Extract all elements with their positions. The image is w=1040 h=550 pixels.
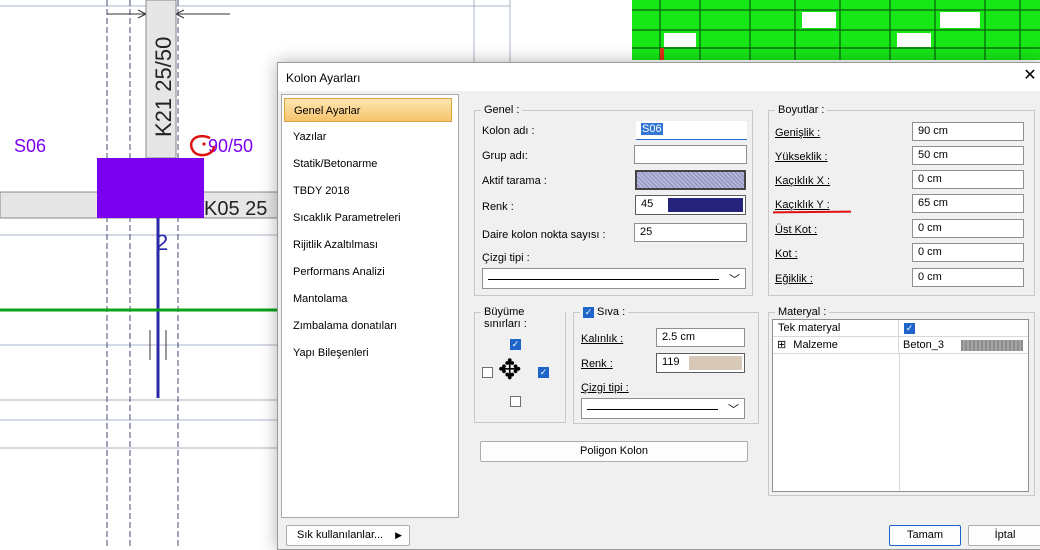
daire-kolon-label: Daire kolon nokta sayısı :	[482, 229, 606, 241]
grup-adi-label: Grup adı:	[482, 150, 528, 162]
materyal-grid: Tek materyal ✓ ⊞ Malzeme Beton_3	[772, 319, 1029, 492]
nav-item-sicaklik[interactable]: Sıcaklık Parametreleri	[284, 206, 452, 230]
dialog-title: Kolon Ayarları	[286, 71, 361, 85]
renk-color-picker[interactable]: 45	[635, 195, 746, 215]
malzeme-label: Malzeme	[793, 339, 838, 351]
chevron-down-icon: ﹀	[729, 274, 740, 286]
nav-item-mantolama[interactable]: Mantolama	[284, 287, 452, 311]
nav-item-statik-betonarme[interactable]: Statik/Betonarme	[284, 152, 452, 176]
kolon-adi-input[interactable]: S06	[636, 121, 747, 140]
buyume-bottom-checkbox[interactable]	[510, 396, 521, 407]
siva-renk-label: Renk :	[581, 358, 613, 370]
aktif-tarama-label: Aktif tarama :	[482, 175, 547, 187]
nav-item-genel-ayarlar[interactable]: Genel Ayarlar	[284, 98, 452, 122]
siva-renk-value: 119	[662, 356, 680, 368]
nav-item-tbdy-2018[interactable]: TBDY 2018	[284, 179, 452, 203]
dialog-titlebar: Kolon Ayarları ✕	[278, 63, 1040, 91]
kot-label: Kot :	[775, 248, 798, 260]
buyume-group: Büyüme sınırları : ✓ ✓ ✥	[474, 306, 566, 423]
renk-value: 45	[641, 198, 654, 210]
nav-item-rijitlik[interactable]: Rijitlik Azaltılması	[284, 233, 452, 257]
kalinlik-label: Kalınlık :	[581, 333, 624, 345]
buyume-right-checkbox[interactable]: ✓	[538, 367, 549, 378]
nav-item-yapi-bilesenleri[interactable]: Yapı Bileşenleri	[284, 341, 452, 365]
kaciklik-x-label: Kaçıklık X :	[775, 175, 831, 187]
number-label: 2	[156, 230, 168, 255]
grup-adi-input[interactable]	[634, 145, 747, 164]
genislik-label: Genişlik :	[775, 127, 821, 139]
beam-label: K05 25	[204, 198, 267, 220]
kolon-adi-label: Kolon adı :	[482, 125, 535, 137]
malzeme-value-cell[interactable]: Beton_3	[899, 337, 1028, 354]
kaciklik-y-label: Kaçıklık Y :	[775, 199, 830, 211]
grid-column-divider	[899, 354, 900, 491]
siva-group: ✓ Sıva : Kalınlık : 2.5 cm Renk : 119 Çi…	[573, 306, 759, 424]
material-swatch	[961, 340, 1023, 351]
siva-checkbox[interactable]: ✓	[583, 306, 594, 318]
kalinlik-input[interactable]: 2.5 cm	[656, 328, 745, 347]
cizgi-tipi-dropdown[interactable]: ﹀	[482, 268, 746, 289]
nav-item-zimbalama[interactable]: Zımbalama donatıları	[284, 314, 452, 338]
egiklik-input[interactable]: 0 cm	[912, 268, 1024, 287]
kaciklik-y-input[interactable]: 65 cm	[912, 194, 1024, 213]
renk-label: Renk :	[482, 201, 514, 213]
boyutlar-group-title: Boyutlar :	[775, 104, 828, 116]
poligon-kolon-button[interactable]: Poligon Kolon	[480, 441, 748, 462]
chevron-down-icon: ﹀	[728, 404, 739, 416]
malzeme-row[interactable]: ⊞ Malzeme	[773, 337, 899, 354]
siva-label: Sıva :	[597, 306, 626, 318]
genel-group-title: Genel :	[481, 104, 523, 116]
nav-item-performans[interactable]: Performans Analizi	[284, 260, 452, 284]
yukseklik-input[interactable]: 50 cm	[912, 146, 1024, 165]
tek-materyal-cell: ✓	[899, 320, 1028, 337]
kot-input[interactable]: 0 cm	[912, 243, 1024, 262]
daire-kolon-input[interactable]: 25	[634, 223, 747, 242]
yukseklik-label: Yükseklik :	[775, 151, 828, 163]
egiklik-label: Eğiklik :	[775, 273, 813, 285]
materyal-group-title: Materyal :	[775, 306, 830, 318]
cizgi-tipi-label: Çizgi tipi :	[482, 252, 530, 264]
malzeme-value: Beton_3	[903, 339, 944, 351]
sik-kullanilanlar-label: Sık kullanılanlar...	[297, 529, 384, 541]
kaciklik-x-input[interactable]: 0 cm	[912, 170, 1024, 189]
siva-group-title: ✓ Sıva :	[580, 306, 629, 318]
genel-group: Genel : Kolon adı : S06 Grup adı: Aktif …	[474, 104, 753, 296]
tek-materyal-label: Tek materyal	[773, 320, 899, 337]
sik-kullanilanlar-button[interactable]: Sık kullanılanlar... ▶	[286, 525, 410, 546]
close-icon[interactable]: ✕	[1021, 67, 1039, 85]
3d-model-view	[632, 0, 1040, 60]
genislik-input[interactable]: 90 cm	[912, 122, 1024, 141]
aktif-tarama-pattern[interactable]	[635, 170, 746, 190]
section-label: S06	[14, 136, 46, 156]
ust-kot-input[interactable]: 0 cm	[912, 219, 1024, 238]
chevron-right-icon: ▶	[395, 530, 402, 540]
siva-cizgi-tipi-dropdown[interactable]: ﹀	[581, 398, 745, 419]
red-underline-annotation	[772, 210, 852, 214]
materyal-group: Materyal : Tek materyal ✓ ⊞ Malzeme Beto…	[768, 306, 1035, 496]
iptal-button[interactable]: İptal	[968, 525, 1040, 546]
buyume-left-checkbox[interactable]	[482, 367, 493, 378]
expand-icon[interactable]: ⊞	[777, 339, 786, 351]
ust-kot-label: Üst Kot :	[775, 224, 818, 236]
renk-swatch	[668, 198, 743, 212]
siva-renk-picker[interactable]: 119	[656, 353, 745, 373]
siva-cizgi-tipi-label: Çizgi tipi :	[581, 382, 629, 394]
selected-column	[97, 158, 204, 218]
buyume-top-checkbox[interactable]: ✓	[510, 339, 521, 350]
move-arrows-icon: ✥	[498, 354, 522, 385]
nav-item-yazilar[interactable]: Yazılar	[284, 125, 452, 149]
tamam-button[interactable]: Tamam	[889, 525, 961, 546]
kolon-ayarlari-dialog: Kolon Ayarları ✕ Genel Ayarlar Yazılar S…	[277, 62, 1040, 550]
siva-renk-swatch	[689, 356, 742, 370]
column-label: K21 25/50	[151, 37, 176, 137]
settings-nav: Genel Ayarlar Yazılar Statik/Betonarme T…	[281, 94, 459, 518]
boyutlar-group: Boyutlar : Genişlik : 90 cm Yükseklik : …	[768, 104, 1035, 296]
buyume-group-title: Büyüme sınırları :	[481, 306, 565, 330]
tek-materyal-checkbox[interactable]: ✓	[904, 323, 915, 334]
